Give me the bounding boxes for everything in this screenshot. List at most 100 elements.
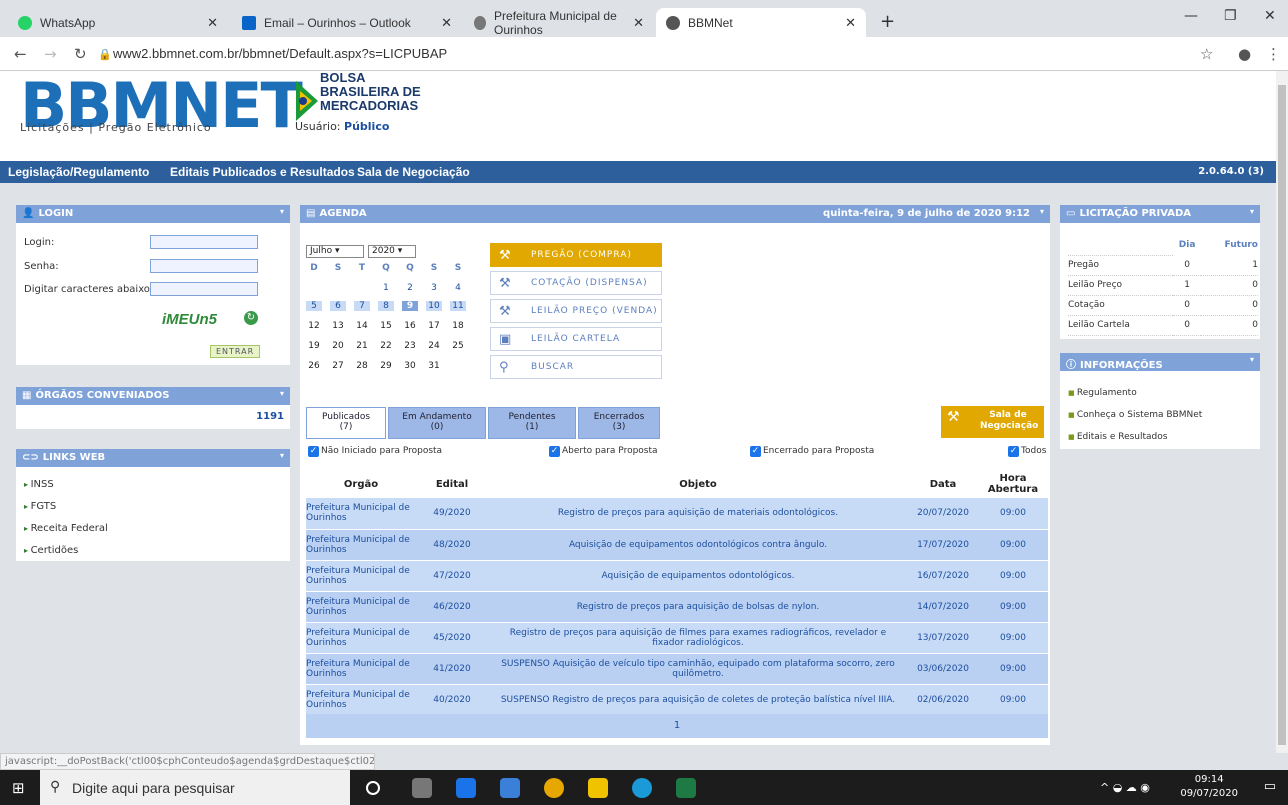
calendar-day[interactable]: 23 [402,341,418,351]
edge-icon[interactable] [632,778,652,798]
calendar-day[interactable]: 5 [306,301,322,311]
filter-nao-iniciado[interactable]: ✓ Não Iniciado para Proposta [308,446,442,457]
app-icon[interactable] [500,778,520,798]
calendar-day[interactable]: 8 [378,301,394,311]
cell-hora[interactable]: 09:00 [978,529,1048,561]
cell-objeto[interactable]: Registro de preços para aquisição de mat… [488,498,908,530]
cell-data[interactable]: 14/07/2020 [908,591,978,623]
file-explorer-icon[interactable] [588,778,608,798]
table-row[interactable]: Prefeitura Municipal de Ourinhos 41/2020 S… [306,653,1048,685]
calendar-day[interactable]: 7 [354,301,370,311]
calendar-day[interactable]: 17 [426,321,442,331]
filter-todos[interactable]: ✓ Todos [1008,446,1046,457]
entrar-button[interactable]: ENTRAR [210,345,261,358]
cell-edital[interactable]: 48/2020 [416,529,488,561]
windows-start-icon[interactable]: ⊞ [12,779,25,797]
collapse-icon[interactable]: ▾ [280,207,284,216]
maximize-icon[interactable]: ❐ [1224,8,1237,24]
sala-negociacao-button[interactable]: ⚒ Sala de Negociação [941,406,1044,438]
table-row[interactable]: Prefeitura Municipal de Ourinhos 45/2020 R… [306,622,1048,654]
cell-hora[interactable]: 09:00 [978,498,1048,530]
calendar-day[interactable]: 13 [330,321,346,331]
calendar-day[interactable]: 25 [450,341,466,351]
calendar-day[interactable]: 26 [306,361,322,371]
calendar-day[interactable]: 6 [330,301,346,311]
cell-hora[interactable]: 09:00 [978,560,1048,592]
tab-pendentes[interactable]: Pendentes (1) [488,407,576,439]
calendar-day[interactable]: 14 [354,321,370,331]
task-view-icon[interactable] [412,778,432,798]
cotacao-dispensa-button[interactable]: ⚒ COTAÇÃO (DISPENSA) [490,271,662,295]
minimize-icon[interactable]: — [1184,8,1198,24]
menu-sala[interactable]: Sala de Negociação [357,165,470,179]
new-tab-button[interactable]: + [880,11,895,32]
close-icon[interactable]: ✕ [633,15,644,31]
pregao-compra-button[interactable]: ⚒ PREGÃO (COMPRA) [490,243,662,267]
calendar-day[interactable]: 30 [402,361,418,371]
calendar-day[interactable]: 19 [306,341,322,351]
cell-data[interactable]: 03/06/2020 [908,653,978,685]
calendar-day[interactable]: 11 [450,301,466,311]
cell-edital[interactable]: 47/2020 [416,560,488,592]
senha-input[interactable] [150,259,258,273]
calendar-day[interactable]: 24 [426,341,442,351]
cell-objeto[interactable]: Registro de preços para aquisição de fil… [488,622,908,654]
calendar-day[interactable]: 3 [426,283,442,293]
year-select[interactable]: 2020 ▾ [368,245,416,258]
collapse-icon[interactable]: ▾ [280,389,284,398]
calendar-day[interactable]: 27 [330,361,346,371]
cell-data[interactable]: 16/07/2020 [908,560,978,592]
menu-icon[interactable]: ⋮ [1266,45,1281,63]
filter-aberto[interactable]: ✓ Aberto para Proposta [549,446,658,457]
info-conheca[interactable]: Conheça o Sistema BBMNet [1068,410,1202,420]
tab-bbmnet[interactable]: BBMNet ✕ [656,8,866,37]
excel-icon[interactable] [676,778,696,798]
menu-legislacao[interactable]: Legislação/Regulamento [8,165,149,179]
close-icon[interactable]: ✕ [207,15,218,31]
taskbar-search[interactable]: ⚲ Digite aqui para pesquisar [40,770,350,805]
calendar-day[interactable]: 16 [402,321,418,331]
link-fgts[interactable]: FGTS [24,501,57,512]
tab-encerrados[interactable]: Encerrados (3) [578,407,660,439]
cell-edital[interactable]: 45/2020 [416,622,488,654]
system-tray-icons[interactable]: ^ ◒ ☁ ◉ [1100,781,1150,794]
profile-icon[interactable]: ● [1238,45,1251,63]
url-field[interactable]: www2.bbmnet.com.br/bbmnet/Default.aspx?s… [113,46,447,61]
buscar-button[interactable]: ⚲ BUSCAR [490,355,662,379]
calendar-day[interactable]: 9 [402,301,418,311]
collapse-icon[interactable]: ▾ [1250,207,1254,216]
link-receita[interactable]: Receita Federal [24,523,108,534]
star-icon[interactable]: ☆ [1200,45,1213,63]
cell-hora[interactable]: 09:00 [978,591,1048,623]
menu-editais[interactable]: Editais Publicados e Resultados [170,165,355,179]
close-window-icon[interactable]: ✕ [1264,8,1276,24]
cell-edital[interactable]: 41/2020 [416,653,488,685]
calendar-day[interactable]: 10 [426,301,442,311]
cell-hora[interactable]: 09:00 [978,622,1048,654]
skype-icon[interactable] [456,778,476,798]
chrome-icon[interactable] [544,778,564,798]
calendar-day[interactable]: 15 [378,321,394,331]
collapse-icon[interactable]: ▾ [1040,207,1044,216]
orgaos-count[interactable]: 1191 [256,411,284,422]
calendar-day[interactable]: 1 [378,283,394,293]
scrollbar[interactable] [1276,71,1288,753]
refresh-captcha-icon[interactable]: ↻ [244,311,258,325]
table-row[interactable]: Prefeitura Municipal de Ourinhos 46/2020 R… [306,591,1048,623]
calendar-day[interactable]: 20 [330,341,346,351]
info-editais[interactable]: Editais e Resultados [1068,432,1168,442]
notification-icon[interactable]: ▭ [1264,779,1276,794]
captcha-input[interactable] [150,282,258,296]
tab-prefeitura[interactable]: Prefeitura Municipal de Ourinhos ✕ [464,8,654,37]
cell-objeto[interactable]: Aquisição de equipamentos odontológicos … [488,529,908,561]
leilao-cartela-button[interactable]: ▣ LEILÃO CARTELA [490,327,662,351]
close-icon[interactable]: ✕ [441,15,452,31]
tab-outlook[interactable]: Email – Ourinhos – Outlook ✕ [232,8,462,37]
cell-hora[interactable]: 09:00 [978,653,1048,685]
cell-data[interactable]: 20/07/2020 [908,498,978,530]
cell-data[interactable]: 13/07/2020 [908,622,978,654]
login-input[interactable] [150,235,258,249]
filter-encerrado[interactable]: ✓ Encerrado para Proposta [750,446,874,457]
cell-edital[interactable]: 40/2020 [416,684,488,716]
link-certidoes[interactable]: Certidões [24,545,79,556]
